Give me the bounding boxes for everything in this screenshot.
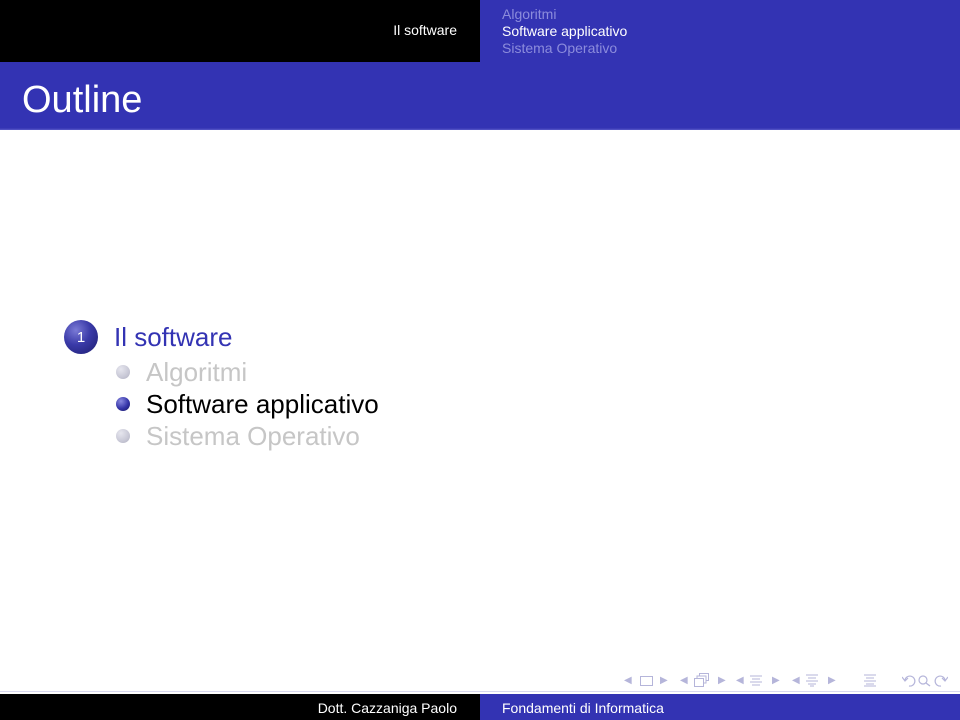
back-icon[interactable] <box>902 675 916 687</box>
table-of-contents: 1 Il software Algoritmi Software applica… <box>64 318 379 452</box>
footline-course-area: Fondamenti di Informatica <box>480 694 960 720</box>
toc-subsection-algoritmi[interactable]: Algoritmi <box>116 356 379 388</box>
toc-section-il-software[interactable]: 1 Il software <box>64 318 379 356</box>
forward-icon[interactable] <box>934 675 948 687</box>
bullet-ball-icon <box>116 397 130 411</box>
next-frame-arrow-icon[interactable]: ▶ <box>660 672 668 690</box>
prev-part-arrow-icon[interactable]: ◀ <box>792 672 800 690</box>
bullet-ball-icon <box>116 429 130 443</box>
toc-subsection-list: Algoritmi Software applicativo Sistema O… <box>116 356 379 452</box>
next-subsection-arrow-icon[interactable]: ▶ <box>718 672 726 690</box>
subsection-icon[interactable] <box>694 673 710 688</box>
section-icon[interactable] <box>750 675 762 687</box>
navigation-divider <box>0 691 960 692</box>
frame-title: Outline <box>22 79 143 121</box>
toc-subsection-label[interactable]: Sistema Operativo <box>146 421 360 452</box>
section-number-ball-icon: 1 <box>64 320 98 354</box>
next-section-arrow-icon[interactable]: ▶ <box>772 672 780 690</box>
headline-subsection-area: Algoritmi Software applicativo Sistema O… <box>480 0 960 62</box>
toc-subsection-software-applicativo[interactable]: Software applicativo <box>116 388 379 420</box>
prev-subsection-arrow-icon[interactable]: ◀ <box>680 672 688 690</box>
section-number: 1 <box>76 328 86 346</box>
frame-title-bar: Outline <box>0 62 960 130</box>
headline-subsection-sistema-operativo[interactable]: Sistema Operativo <box>502 40 627 57</box>
frame-icon[interactable] <box>640 676 653 686</box>
document-icon[interactable] <box>864 674 876 687</box>
next-part-arrow-icon[interactable]: ▶ <box>828 672 836 690</box>
headline-subsection-list: Algoritmi Software applicativo Sistema O… <box>502 6 627 57</box>
toc-subsection-label[interactable]: Algoritmi <box>146 357 247 388</box>
toc-subsection-sistema-operativo[interactable]: Sistema Operativo <box>116 420 379 452</box>
toc-subsection-label[interactable]: Software applicativo <box>146 389 379 420</box>
headline-subsection-software-applicativo[interactable]: Software applicativo <box>502 23 627 40</box>
navigation-symbols: ◀ ▶ ◀ ▶ ◀ ▶ ◀ ▶ <box>622 672 956 690</box>
prev-frame-arrow-icon[interactable]: ◀ <box>624 672 632 690</box>
footline-bar: Dott. Cazzaniga Paolo Fondamenti di Info… <box>0 694 960 720</box>
headline-section-link[interactable]: Il software <box>393 22 457 38</box>
prev-section-arrow-icon[interactable]: ◀ <box>736 672 744 690</box>
search-icon[interactable] <box>918 675 931 687</box>
headline-section-area: Il software <box>0 0 480 62</box>
footline-author: Dott. Cazzaniga Paolo <box>317 700 457 716</box>
toc-section-label[interactable]: Il software <box>114 322 233 353</box>
bullet-ball-icon <box>116 365 130 379</box>
headline-bar: Il software Algoritmi Software applicati… <box>0 0 960 62</box>
footline-author-area: Dott. Cazzaniga Paolo <box>0 694 480 720</box>
headline-subsection-algoritmi[interactable]: Algoritmi <box>502 6 627 23</box>
footline-course-title: Fondamenti di Informatica <box>502 700 664 716</box>
part-icon[interactable] <box>806 674 818 687</box>
